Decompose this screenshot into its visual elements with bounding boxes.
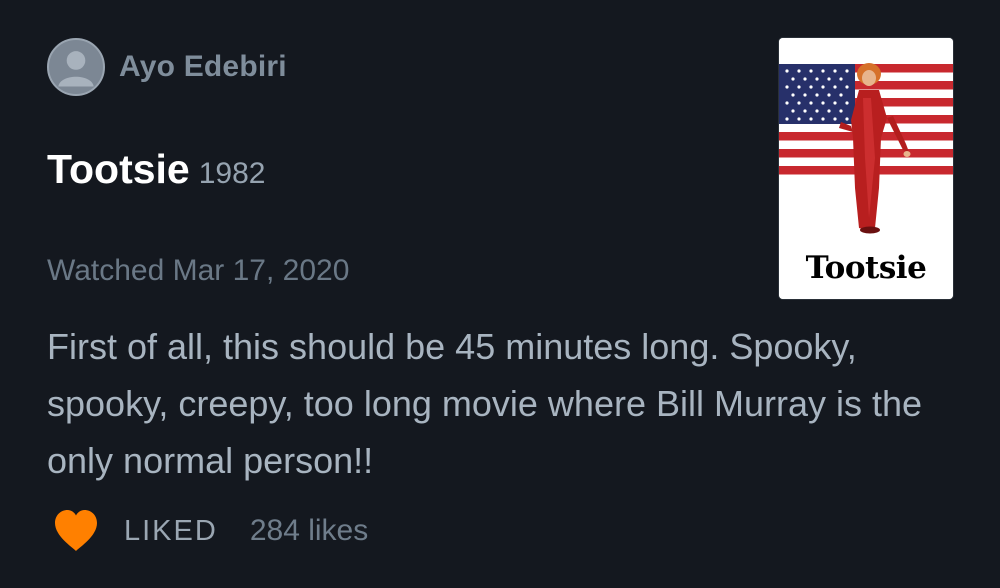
default-user-icon [58, 51, 94, 87]
watched-date: Watched Mar 17, 2020 [47, 254, 350, 287]
author-name[interactable]: Ayo Edebiri [119, 50, 287, 84]
review-text: First of all, this should be 45 minutes … [47, 326, 923, 481]
avatar[interactable] [47, 38, 105, 96]
review-author[interactable]: Ayo Edebiri [47, 38, 287, 96]
film-poster[interactable]: Tootsie [779, 38, 953, 299]
film-year[interactable]: 1982 [199, 157, 266, 191]
likes-count[interactable]: 284 likes [250, 514, 368, 548]
poster-title: Tootsie [805, 250, 927, 286]
review-card: Ayo Edebiri Tootsie 1982 Watched Mar 17,… [0, 0, 1000, 588]
heart-icon[interactable] [52, 509, 100, 553]
film-heading: Tootsie 1982 [47, 146, 266, 193]
review-footer: LIKED 284 likes [52, 508, 368, 554]
film-title[interactable]: Tootsie [47, 146, 190, 193]
liked-label: LIKED [124, 514, 218, 547]
